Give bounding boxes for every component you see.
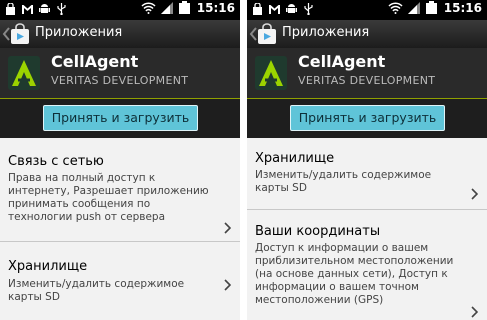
button-bar: Принять и загрузить [0,99,240,138]
status-bar: 15:16 [247,0,487,20]
shopping-bag-icon [253,3,262,15]
signal-icon [160,2,173,14]
app-name: CellAgent [298,52,386,71]
cellagent-app-icon [8,56,40,90]
button-bar: Принять и загрузить [247,99,487,138]
chevron-right-icon [471,306,478,318]
app-header: CellAgent VERITAS DEVELOPMENT [247,48,487,99]
permission-description: Изменить/удалить содержимое карты SD [8,278,185,303]
page-title: Приложения [35,25,123,40]
battery-icon [425,1,437,14]
wifi-icon [141,2,156,14]
permission-description: Изменить/удалить содержимое карты SD [255,169,432,194]
clock: 15:16 [196,1,235,15]
usb-icon [304,3,313,15]
cellagent-app-icon [255,56,287,90]
accept-and-download-button[interactable]: Принять и загрузить [290,105,445,131]
permission-item-location[interactable]: Ваши координаты Доступ к информации о ва… [247,210,487,320]
permission-title: Ваши координаты [255,224,381,239]
signal-icon [407,2,420,14]
permission-title: Хранилище [255,151,335,166]
permission-description: Права на полный доступ к интернету, Разр… [8,172,209,223]
permission-item-storage[interactable]: Хранилище Изменить/удалить содержимое ка… [247,138,487,209]
left-screen: 15:16 Приложения CellAgent VERITAS DEVEL… [0,0,240,320]
chevron-right-icon [224,222,231,234]
android-icon [39,4,50,13]
android-icon [286,4,297,13]
permission-title: Связь с сетью [8,154,104,169]
market-icon[interactable] [257,23,277,45]
status-bar: 15:16 [0,0,240,20]
gmail-icon [269,5,280,14]
market-icon[interactable] [10,23,30,45]
permission-item-storage[interactable]: Хранилище Изменить/удалить содержимое ка… [0,242,240,320]
shopping-bag-icon [6,3,15,15]
gmail-icon [22,5,33,14]
chevron-right-icon [224,279,231,291]
usb-icon [57,3,66,15]
battery-icon [178,1,190,14]
wifi-icon [388,2,403,14]
app-header: CellAgent VERITAS DEVELOPMENT [0,48,240,99]
app-developer: VERITAS DEVELOPMENT [51,74,189,87]
title-bar: Приложения [247,20,487,48]
clock: 15:16 [443,1,482,15]
app-name: CellAgent [51,52,139,71]
accept-and-download-button[interactable]: Принять и загрузить [43,105,198,131]
title-bar: Приложения [0,20,240,48]
right-screen: 15:16 Приложения CellAgent VERITAS DEVEL… [247,0,487,320]
page-title: Приложения [282,25,370,40]
permission-item-network[interactable]: Связь с сетью Права на полный доступ к и… [0,138,240,241]
screen-divider [240,0,247,320]
permission-title: Хранилище [8,259,88,274]
chevron-right-icon [471,188,478,200]
app-developer: VERITAS DEVELOPMENT [298,74,436,87]
permission-description: Доступ к информации о вашем приблизитель… [255,242,454,306]
